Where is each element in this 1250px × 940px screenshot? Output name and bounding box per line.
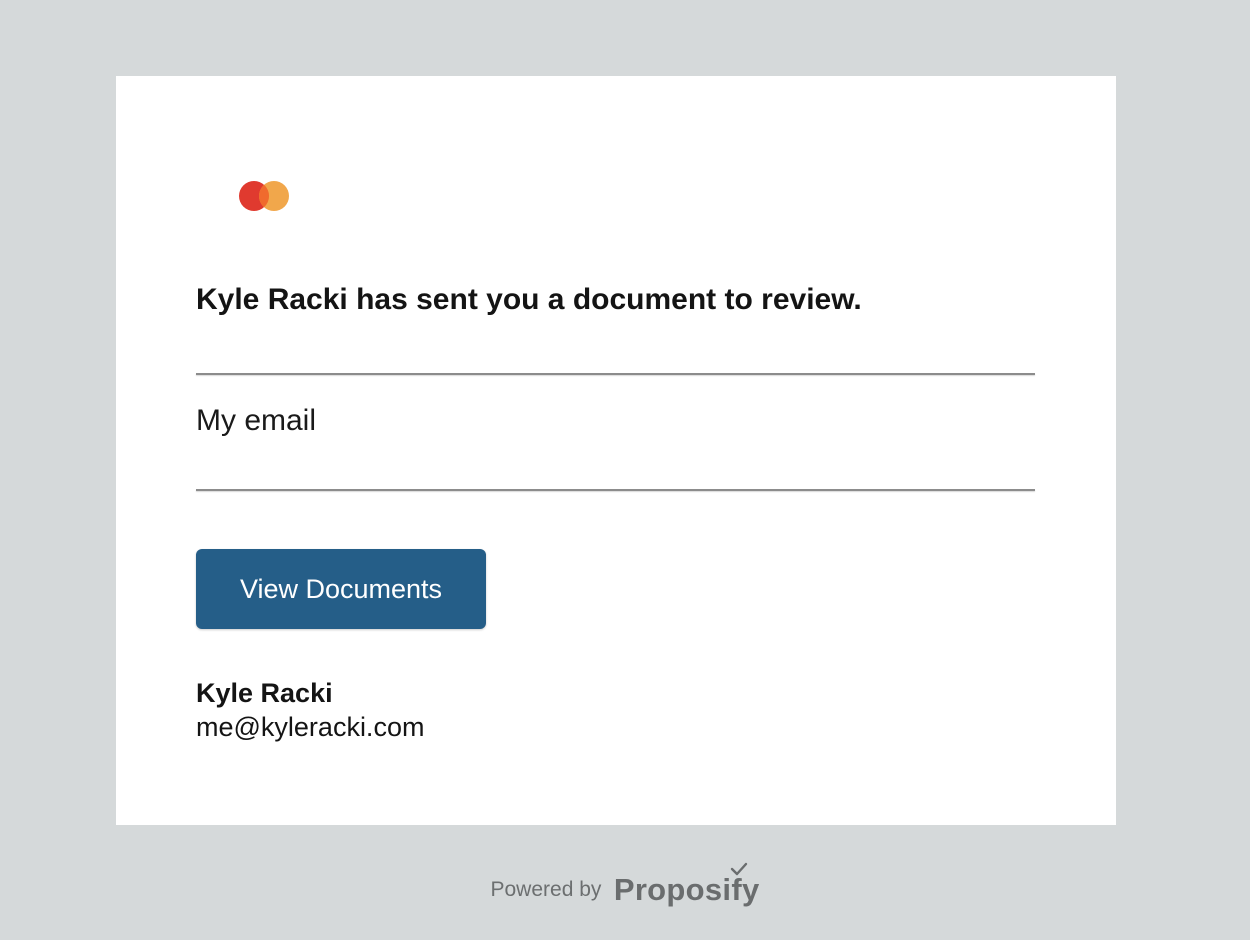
email-subject: My email <box>196 404 317 437</box>
brand-name: Proposify <box>613 872 760 907</box>
powered-by-label: Powered by <box>490 878 602 901</box>
sender-email-link[interactable]: me@kyleracki.com <box>196 712 424 743</box>
email-headline: Kyle Racki has sent you a document to re… <box>196 283 862 316</box>
view-documents-button[interactable]: View Documents <box>196 549 486 629</box>
sender-name: Kyle Racki <box>196 678 333 708</box>
divider-bottom <box>196 489 1035 491</box>
checkmark-icon <box>730 862 747 876</box>
email-preview-page: Kyle Racki has sent you a document to re… <box>0 0 1250 940</box>
email-card: Kyle Racki has sent you a document to re… <box>116 76 1116 825</box>
divider-top <box>196 373 1035 375</box>
company-logo-icon <box>239 181 289 211</box>
powered-by-footer[interactable]: Powered by Proposify <box>0 862 1250 908</box>
brand-logo: Proposify <box>613 862 760 908</box>
